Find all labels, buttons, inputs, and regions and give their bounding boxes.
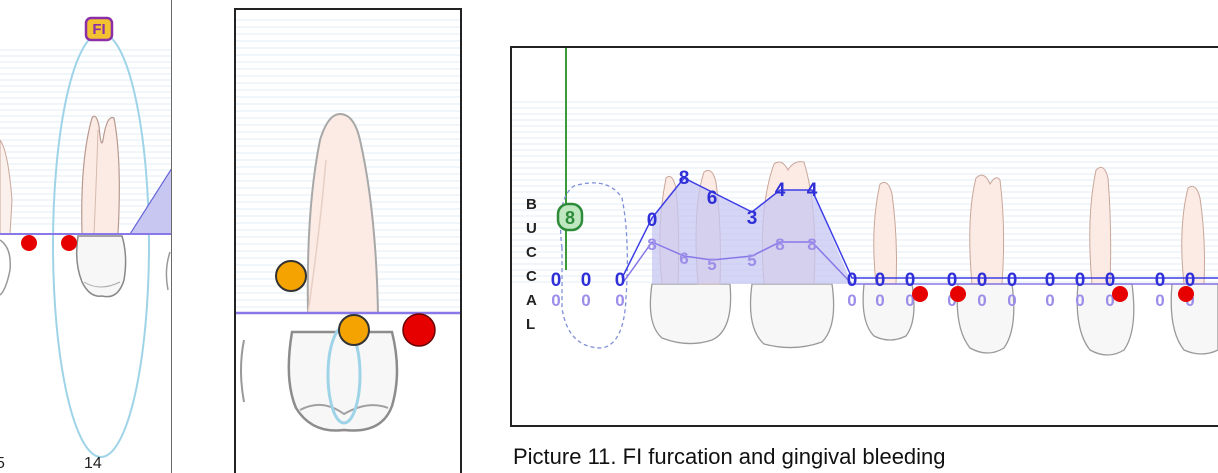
plaque-point xyxy=(275,260,307,292)
svg-text:0: 0 xyxy=(1075,270,1086,291)
neighbor-tooth-left xyxy=(0,139,13,296)
plaque-point xyxy=(338,314,370,346)
tooth xyxy=(862,181,915,341)
svg-text:0: 0 xyxy=(875,270,886,291)
svg-text:0: 0 xyxy=(1007,291,1016,310)
svg-text:8: 8 xyxy=(565,208,575,228)
bleeding-point xyxy=(1178,286,1194,302)
left-tooth-chart: FI xyxy=(0,16,171,458)
svg-text:8: 8 xyxy=(775,235,784,254)
svg-text:8: 8 xyxy=(647,235,656,254)
svg-text:0: 0 xyxy=(581,291,590,310)
svg-text:8: 8 xyxy=(807,235,816,254)
svg-text:4: 4 xyxy=(807,180,818,201)
neighbor-tooth-edge xyxy=(240,339,245,403)
perio-chart: 8 0 0 0 0 8 6 3 4 4 0 0 0 0 0 0 0 0 0 0 … xyxy=(512,48,1218,356)
cal-badge: 8 xyxy=(556,202,584,232)
svg-text:0: 0 xyxy=(875,291,884,310)
bleeding-point xyxy=(21,235,37,251)
svg-text:0: 0 xyxy=(1045,291,1054,310)
bleeding-point xyxy=(1112,286,1128,302)
svg-text:5: 5 xyxy=(747,251,756,270)
bleeding-point xyxy=(950,286,966,302)
edge-tooth-number: 5 xyxy=(0,455,5,473)
svg-text:0: 0 xyxy=(615,291,624,310)
svg-text:0: 0 xyxy=(1045,270,1056,291)
svg-text:0: 0 xyxy=(581,270,592,291)
svg-text:3: 3 xyxy=(747,208,758,229)
furcation-badge: FI xyxy=(84,16,114,42)
tooth-number: 14 xyxy=(84,455,102,472)
svg-text:0: 0 xyxy=(977,291,986,310)
svg-text:0: 0 xyxy=(905,270,916,291)
side-label-letter: U xyxy=(526,220,537,237)
svg-text:0: 0 xyxy=(847,270,858,291)
side-label-letter: C xyxy=(526,244,537,261)
zoom-tooth-chart xyxy=(236,19,460,432)
svg-text:8: 8 xyxy=(679,168,690,189)
side-label-letter: B xyxy=(526,196,537,213)
svg-text:0: 0 xyxy=(647,210,658,231)
tooth-detail-panel-left: FI 5 14 xyxy=(0,0,172,473)
side-label-letter: C xyxy=(526,268,537,285)
svg-text:0: 0 xyxy=(551,270,562,291)
svg-text:0: 0 xyxy=(1075,291,1084,310)
tooth-14 xyxy=(75,115,127,298)
figure-caption: Picture 11. FI furcation and gingival bl… xyxy=(513,444,946,469)
svg-text:0: 0 xyxy=(1155,291,1164,310)
svg-text:0: 0 xyxy=(1155,270,1166,291)
svg-text:0: 0 xyxy=(551,291,560,310)
svg-text:0: 0 xyxy=(847,291,856,310)
svg-text:6: 6 xyxy=(679,249,688,268)
svg-text:FI: FI xyxy=(92,21,105,38)
side-label-letter: L xyxy=(526,316,536,333)
svg-text:0: 0 xyxy=(1105,270,1116,291)
neighbor-tooth-right xyxy=(128,168,171,291)
tooth-zoom-panel xyxy=(234,8,462,473)
periodontal-chart-panel: 8 0 0 0 0 8 6 3 4 4 0 0 0 0 0 0 0 0 0 0 … xyxy=(510,46,1218,427)
bleeding-point xyxy=(402,313,436,347)
bleeding-point xyxy=(912,286,928,302)
svg-text:6: 6 xyxy=(707,188,718,209)
svg-text:5: 5 xyxy=(707,255,716,274)
side-label-letter: A xyxy=(526,292,537,309)
svg-text:4: 4 xyxy=(775,180,786,201)
svg-text:0: 0 xyxy=(615,270,626,291)
svg-text:0: 0 xyxy=(1007,270,1018,291)
tooth xyxy=(1076,166,1135,356)
bleeding-point xyxy=(61,235,77,251)
svg-text:0: 0 xyxy=(977,270,988,291)
